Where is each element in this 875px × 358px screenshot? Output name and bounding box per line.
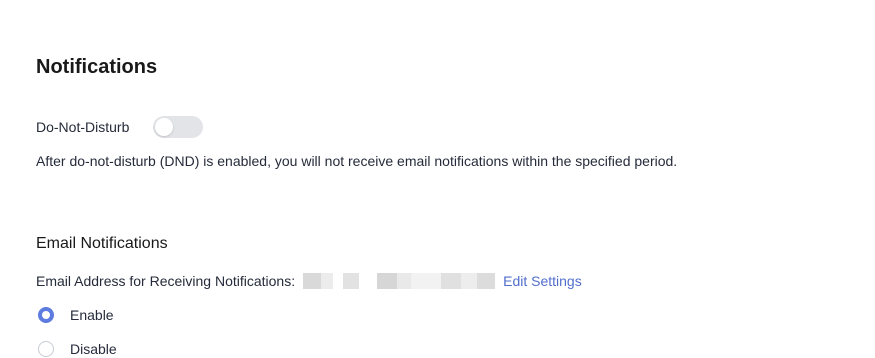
- dnd-label: Do-Not-Disturb: [36, 119, 130, 135]
- radio-disable[interactable]: Disable: [38, 340, 117, 358]
- mask-block: [461, 273, 478, 289]
- masked-email-address: [303, 273, 496, 289]
- toggle-knob: [155, 118, 174, 136]
- mask-block: [377, 273, 398, 289]
- mask-block: [303, 273, 322, 289]
- mask-block: [343, 273, 360, 289]
- page-title: Notifications: [36, 56, 158, 78]
- edit-settings-link[interactable]: Edit Settings: [503, 273, 582, 289]
- email-section-title: Email Notifications: [36, 235, 168, 252]
- mask-block: [397, 273, 412, 289]
- radio-checked-icon[interactable]: [38, 307, 54, 323]
- mask-block: [477, 273, 496, 289]
- radio-enable[interactable]: Enable: [38, 306, 114, 324]
- email-address-label: Email Address for Receiving Notification…: [36, 273, 296, 289]
- email-address-row: Email Address for Receiving Notification…: [36, 272, 582, 290]
- dnd-toggle[interactable]: [153, 116, 204, 138]
- mask-block: [321, 273, 334, 289]
- radio-unchecked-icon[interactable]: [38, 341, 54, 357]
- mask-block: [411, 273, 442, 289]
- radio-label-disable: Disable: [70, 341, 117, 357]
- dnd-row: Do-Not-Disturb: [36, 116, 204, 138]
- mask-block: [441, 273, 462, 289]
- mask-block: [333, 273, 344, 289]
- dnd-description: After do-not-disturb (DND) is enabled, y…: [36, 153, 678, 169]
- mask-block: [359, 273, 378, 289]
- radio-label-enable: Enable: [70, 307, 114, 323]
